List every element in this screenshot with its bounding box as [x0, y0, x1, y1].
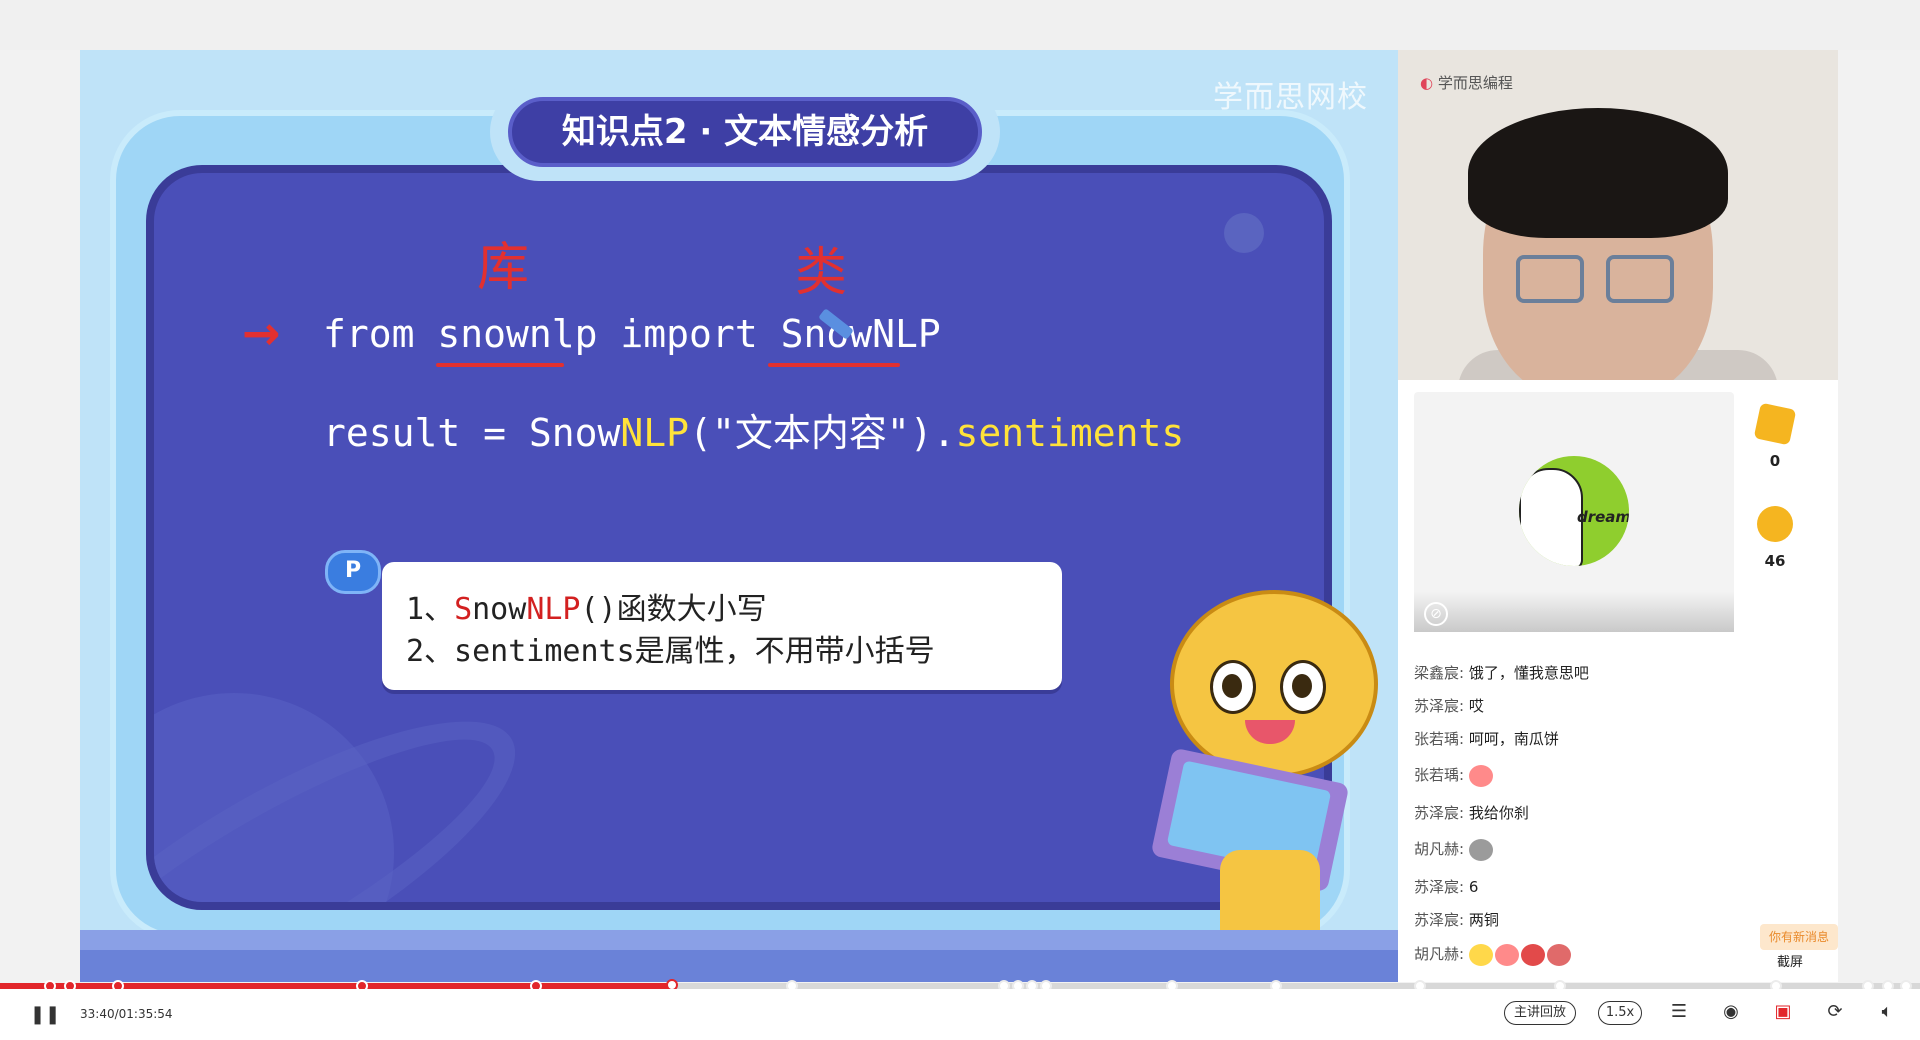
slide-title-pill: 知识点2 · 文本情感分析	[490, 83, 1000, 181]
watermark: 学而思网校	[1213, 80, 1368, 115]
chat-message: 苏泽宸: 我给你刹	[1414, 804, 1529, 822]
speed-button[interactable]: 1.5x	[1598, 1001, 1642, 1025]
player-controls: ❚❚ 33:40/01:35:54 主讲回放 1.5x ☰ ◉ ▣ ⟳ 🔈︎	[0, 989, 1920, 1040]
tiger-mascot-icon	[1150, 590, 1398, 982]
chat-message: 张若瑀:	[1414, 764, 1495, 787]
brand-logo: ◐ 学而思编程	[1420, 74, 1513, 92]
chat-message: 苏泽宸: 哎	[1414, 697, 1484, 715]
right-panel: ◐ 学而思编程 dream ⊘ 0 46 梁鑫宸: 饿了，懂我意思吧 苏泽宸: …	[1398, 50, 1838, 982]
python-badge-icon: P	[325, 550, 381, 594]
student-avatar-card[interactable]: dream ⊘	[1414, 392, 1734, 632]
code-line-2: result = SnowNLP("文本内容").sentiments	[323, 411, 1185, 455]
chat-message: 张若瑀: 呵呵，南瓜饼	[1414, 730, 1559, 748]
underline-snownlp-class	[768, 363, 900, 367]
coin-stat[interactable]: 46	[1750, 506, 1800, 570]
list-icon[interactable]: ☰	[1666, 999, 1692, 1025]
small-planet-decoration	[1224, 213, 1264, 253]
record-icon[interactable]: ▣	[1770, 999, 1796, 1025]
annotation-lei: 类	[795, 243, 848, 303]
screenshot-button[interactable]: 截屏	[1760, 950, 1820, 976]
annotation-ku: 库	[477, 238, 530, 298]
laugh-emoji-icon	[1494, 943, 1519, 966]
note-line-1: 1、SnowNLP()函数大小写	[406, 592, 767, 627]
avatar: dream	[1519, 456, 1629, 566]
lesson-slide: 知识点2 · 文本情感分析 学而思网校 → 库 类 from snownlp i…	[80, 50, 1398, 982]
note-card: 1、SnowNLP()函数大小写 2、sentiments是属性，不用带小括号	[382, 562, 1062, 690]
refresh-icon[interactable]: ⟳	[1822, 999, 1848, 1025]
monkey-emoji-icon	[1546, 943, 1571, 966]
chat-message: 苏泽宸: 两铜	[1414, 911, 1499, 929]
playback-time: 33:40/01:35:54	[80, 1007, 173, 1021]
coin-icon	[1757, 506, 1793, 542]
underline-snownlp	[436, 363, 564, 367]
card-stat[interactable]: 0	[1750, 402, 1800, 470]
koala-emoji-icon	[1468, 838, 1493, 861]
new-message-tip[interactable]: 你有新消息	[1760, 924, 1838, 950]
camera-off-icon[interactable]: ⊘	[1424, 602, 1448, 626]
card-icon	[1753, 402, 1797, 446]
chat-message: 苏泽宸: 6	[1414, 878, 1479, 896]
chat-message: 胡凡赫:	[1414, 838, 1495, 861]
slide-title: 知识点2 · 文本情感分析	[508, 97, 982, 167]
red-arrow-icon: →	[242, 306, 281, 360]
pause-icon[interactable]: ❚❚	[30, 1004, 60, 1025]
location-icon[interactable]: ◉	[1718, 999, 1744, 1025]
laugh-emoji-icon	[1468, 764, 1493, 787]
lecture-replay-button[interactable]: 主讲回放	[1504, 1001, 1576, 1025]
top-band	[0, 0, 1920, 50]
note-line-2: 2、sentiments是属性，不用带小括号	[406, 634, 935, 669]
slide-bottom-strip-2	[80, 950, 1398, 982]
chat-message: 梁鑫宸: 饿了，懂我意思吧	[1414, 664, 1589, 682]
volume-icon[interactable]: 🔈︎	[1874, 999, 1900, 1025]
teacher-camera: ◐ 学而思编程	[1398, 50, 1838, 380]
chat-message: 胡凡赫:	[1414, 943, 1573, 966]
cry-emoji-icon	[1520, 943, 1545, 966]
smile-emoji-icon	[1468, 943, 1493, 966]
